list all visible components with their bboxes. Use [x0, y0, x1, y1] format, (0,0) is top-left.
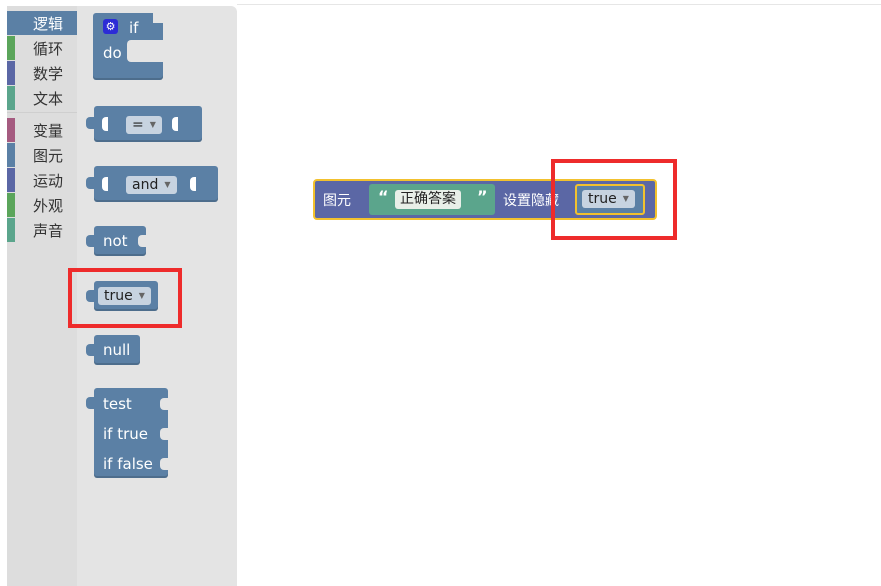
text-value-field[interactable]: 正确答案	[395, 190, 461, 209]
category-swatch	[7, 86, 15, 110]
sprite-label: 图元	[323, 193, 351, 209]
category-label: 数学	[33, 65, 64, 83]
category-swatch	[7, 143, 15, 167]
not-input	[138, 235, 146, 247]
category-swatch	[7, 193, 15, 217]
compare-block[interactable]: = ▼	[86, 106, 202, 142]
if-block-statement-slot	[127, 40, 163, 62]
red-highlight-box	[551, 159, 677, 240]
not-block[interactable]: not	[86, 226, 146, 256]
category-variables[interactable]: 变量	[7, 118, 77, 142]
category-separator	[7, 112, 77, 113]
category-swatch	[7, 118, 15, 142]
category-motion[interactable]: 运动	[7, 168, 77, 192]
ternary-input-true	[160, 428, 168, 440]
not-output-tab	[86, 235, 94, 247]
category-sound[interactable]: 声音	[7, 218, 77, 242]
quote-close: ”	[477, 187, 488, 206]
logic-operation-block[interactable]: and ▼	[86, 166, 218, 202]
compare-operator-value: =	[132, 117, 144, 133]
category-label: 图元	[33, 147, 64, 165]
category-label: 文本	[33, 90, 64, 108]
red-highlight-box	[68, 268, 182, 328]
category-label: 逻辑	[33, 15, 64, 33]
category-math[interactable]: 数学	[7, 61, 77, 85]
category-swatch	[7, 168, 15, 192]
category-sprite[interactable]: 图元	[7, 143, 77, 167]
text-block[interactable]: “ 正确答案 ”	[369, 184, 495, 215]
chevron-down-icon: ▼	[149, 120, 156, 129]
ternary-input-test	[160, 398, 168, 410]
logic-operator-dropdown[interactable]: and ▼	[126, 176, 177, 194]
category-label: 外观	[33, 197, 64, 215]
category-text[interactable]: 文本	[7, 86, 77, 110]
category-looks[interactable]: 外观	[7, 193, 77, 217]
logic-input-a	[102, 177, 108, 191]
if-block-corner	[153, 13, 163, 23]
chevron-down-icon: ▼	[164, 180, 171, 189]
category-swatch	[7, 36, 15, 60]
quote-open: “	[378, 187, 389, 206]
category-loops[interactable]: 循环	[7, 36, 77, 60]
compare-operator-dropdown[interactable]: = ▼	[126, 116, 162, 134]
category-swatch	[7, 218, 15, 242]
ternary-if-true-label: if true	[103, 425, 148, 443]
ternary-block[interactable]: test if true if false	[86, 388, 168, 478]
logic-operator-value: and	[132, 177, 159, 193]
null-block[interactable]: null	[86, 335, 140, 365]
compare-output-tab	[86, 117, 94, 129]
ternary-if-false-label: if false	[103, 455, 153, 473]
category-swatch	[7, 11, 15, 35]
category-logic[interactable]: 逻辑	[7, 11, 77, 35]
page-edge	[0, 0, 7, 586]
logic-output-tab	[86, 177, 94, 189]
not-label: not	[103, 232, 128, 250]
null-label: null	[103, 341, 131, 359]
if-label: if	[129, 19, 139, 37]
ternary-output-tab	[86, 397, 94, 409]
toolbox: 逻辑 循环 数学 文本 变量 图元 运动 外观 声音	[7, 6, 77, 586]
category-label: 循环	[33, 40, 64, 58]
gear-icon[interactable]: ⚙	[103, 19, 118, 34]
if-block[interactable]: ⚙ if do	[93, 13, 163, 80]
compare-input-a	[102, 117, 108, 131]
category-label: 声音	[33, 222, 64, 240]
compare-input-b	[172, 117, 178, 131]
category-label: 运动	[33, 172, 64, 190]
logic-input-b	[190, 177, 196, 191]
category-label: 变量	[33, 122, 64, 140]
workspace-border	[237, 4, 881, 5]
do-label: do	[103, 44, 122, 62]
null-output-tab	[86, 344, 94, 356]
ternary-input-false	[160, 458, 168, 470]
category-swatch	[7, 61, 15, 85]
ternary-test-label: test	[103, 395, 132, 413]
